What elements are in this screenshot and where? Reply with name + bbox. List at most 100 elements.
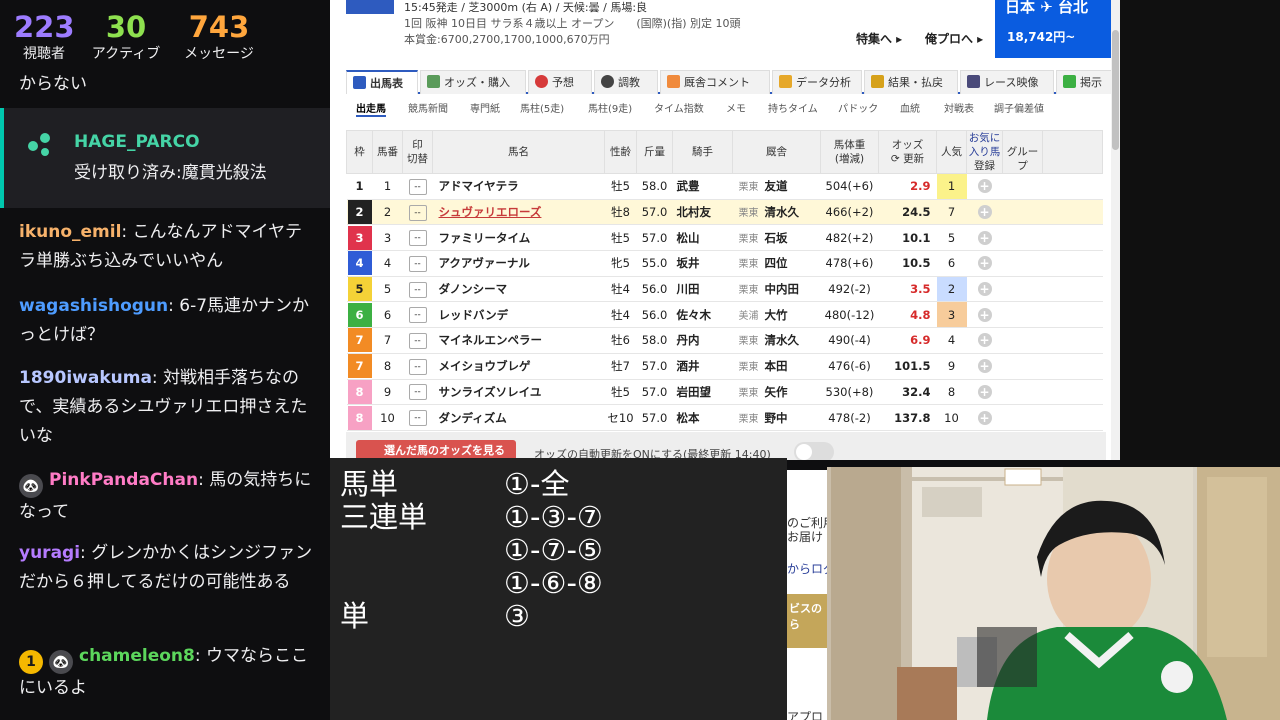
page-scrollbar[interactable] [1111,0,1120,460]
jockey-link[interactable]: 松本 [672,404,733,431]
horse-row[interactable]: 7 7 -- マイネルエンペラー 牡6 58.0 丹内 栗東 清水久 490(-4) 6.9 4 + [346,327,1103,354]
jockey-link[interactable]: 酒井 [672,353,733,380]
mark-selector[interactable]: -- [408,281,427,298]
tab-odds[interactable]: オッズ・購入 [420,70,526,94]
add-favorite-icon[interactable]: + [977,307,992,322]
add-favorite-icon[interactable]: + [977,282,992,297]
ad-banner[interactable]: 日本 ✈ 台北 18,742円~ [995,0,1113,58]
redeem-user[interactable]: HAGE_PARCO [74,132,200,152]
horse-row[interactable]: 8 10 -- ダンディズム セ10 57.0 松本 栗東 野中 478(-2) 137.8 10 + [346,404,1103,431]
mark-selector[interactable]: -- [408,358,427,375]
mark-cell[interactable]: -- [402,199,433,226]
col-sexage[interactable]: 性齢 [604,130,637,174]
col-kin[interactable]: 斤量 [636,130,673,174]
tab-comment[interactable]: 厩舎コメント [660,70,770,94]
chat-username[interactable]: ikuno_emil [19,222,121,242]
trainer-cell[interactable]: 美浦 大竹 [732,301,821,329]
mark-selector[interactable]: -- [408,410,427,427]
chat-username[interactable]: wagashishogun [19,296,168,316]
chat-username[interactable]: 1890iwakuma [19,368,152,388]
fav-register-cell[interactable]: + [966,173,1003,200]
subtab-pedigree[interactable]: 血統 [900,100,920,115]
subtab-time-index[interactable]: タイム指数 [654,100,704,115]
tab-yoso[interactable]: 予想 [528,70,592,94]
horse-name-link[interactable]: ダノンシーマ [432,276,605,303]
tab-shutuba[interactable]: 出馬表 [346,70,418,94]
horse-name-link[interactable]: シュヴァリエローズ [432,199,605,226]
add-favorite-icon[interactable]: + [977,410,992,425]
mark-cell[interactable]: -- [402,250,433,277]
trainer-cell[interactable]: 栗東 矢作 [732,379,821,406]
col-mark[interactable]: 印切替 [402,130,433,174]
col-odds[interactable]: オッズ ⟳ 更新 [878,130,937,174]
col-name[interactable]: 馬名 [432,130,605,174]
mark-selector[interactable]: -- [408,178,427,195]
trainer-link[interactable]: 中内田 [765,282,800,296]
mark-cell[interactable]: -- [402,301,433,329]
horse-name-link[interactable]: アクアヴァーナル [432,250,605,277]
mark-selector[interactable]: -- [408,384,427,401]
special-link[interactable]: 特集へ ▸ [856,30,902,47]
horse-row[interactable]: 8 9 -- サンライズソレイユ 牡5 57.0 岩田望 栗東 矢作 530(+8) 32.4 8 + [346,379,1103,406]
trainer-cell[interactable]: 栗東 野中 [732,404,821,431]
fav-register-cell[interactable]: + [966,353,1003,380]
fav-register-cell[interactable]: + [966,327,1003,354]
trainer-link[interactable]: 清水久 [765,205,800,219]
subtab-newspaper[interactable]: 競馬新聞 [408,100,448,115]
mark-cell[interactable]: -- [402,224,433,252]
col-pop[interactable]: 人気 [936,130,967,174]
fav-register-cell[interactable]: + [966,301,1003,329]
tab-data[interactable]: データ分析 [772,70,862,94]
add-favorite-icon[interactable]: + [977,359,992,374]
trainer-link[interactable]: 石坂 [765,231,788,245]
mark-selector[interactable]: -- [408,255,427,272]
scrollbar-thumb[interactable] [1112,30,1119,150]
subtab-specialist[interactable]: 専門紙 [470,100,500,115]
horse-row[interactable]: 5 5 -- ダノンシーマ 牡4 56.0 川田 栗東 中内田 492(-2) 3.5 2 + [346,276,1103,303]
trainer-cell[interactable]: 栗東 四位 [732,250,821,277]
trainer-cell[interactable]: 栗東 清水久 [732,199,821,226]
fav-register-cell[interactable]: + [966,379,1003,406]
trainer-cell[interactable]: 栗東 中内田 [732,276,821,303]
mark-selector[interactable]: -- [408,204,427,221]
pro-link[interactable]: 俺プロへ ▸ [925,30,983,47]
col-umaban[interactable]: 馬番 [372,130,403,174]
add-favorite-icon[interactable]: + [977,256,992,271]
tab-video[interactable]: レース映像 [960,70,1054,94]
trainer-link[interactable]: 本田 [765,359,788,373]
jockey-link[interactable]: 北村友 [672,199,733,226]
horse-name-link[interactable]: マイネルエンペラー [432,327,605,354]
jockey-link[interactable]: 川田 [672,276,733,303]
fav-register-cell[interactable]: + [966,404,1003,431]
trainer-cell[interactable]: 栗東 清水久 [732,327,821,354]
jockey-link[interactable]: 武豊 [672,173,733,200]
trainer-link[interactable]: 友道 [765,179,788,193]
horse-name-link[interactable]: ファミリータイム [432,224,605,252]
horse-row[interactable]: 4 4 -- アクアヴァーナル 牝5 55.0 坂井 栗東 四位 478(+6) 10.5 6 + [346,250,1103,277]
fav-register-cell[interactable]: + [966,224,1003,252]
chat-username[interactable]: chameleon8 [79,646,195,666]
jockey-link[interactable]: 岩田望 [672,379,733,406]
subtab-paddock[interactable]: パドック [838,100,878,115]
add-favorite-icon[interactable]: + [977,205,992,220]
horse-name-link[interactable]: メイショウブレゲ [432,353,605,380]
trainer-cell[interactable]: 栗東 石坂 [732,224,821,252]
jockey-link[interactable]: 坂井 [672,250,733,277]
jockey-link[interactable]: 佐々木 [672,301,733,329]
mark-cell[interactable]: -- [402,379,433,406]
jockey-link[interactable]: 丹内 [672,327,733,354]
subtab-memo[interactable]: メモ [726,100,746,115]
add-favorite-icon[interactable]: + [977,384,992,399]
trainer-cell[interactable]: 栗東 友道 [732,173,821,200]
fav-register-cell[interactable]: + [966,199,1003,226]
mark-selector[interactable]: -- [408,230,427,247]
jockey-link[interactable]: 松山 [672,224,733,252]
service-banner[interactable]: ビスのら [787,594,827,648]
mark-cell[interactable]: -- [402,327,433,354]
trainer-link[interactable]: 野中 [765,411,788,425]
trainer-link[interactable]: 清水久 [765,333,800,347]
odds-refresh-button[interactable]: ⟳ 更新 [879,152,936,166]
mark-cell[interactable]: -- [402,353,433,380]
tab-result[interactable]: 結果・払戻 [864,70,958,94]
add-favorite-icon[interactable]: + [977,179,992,194]
